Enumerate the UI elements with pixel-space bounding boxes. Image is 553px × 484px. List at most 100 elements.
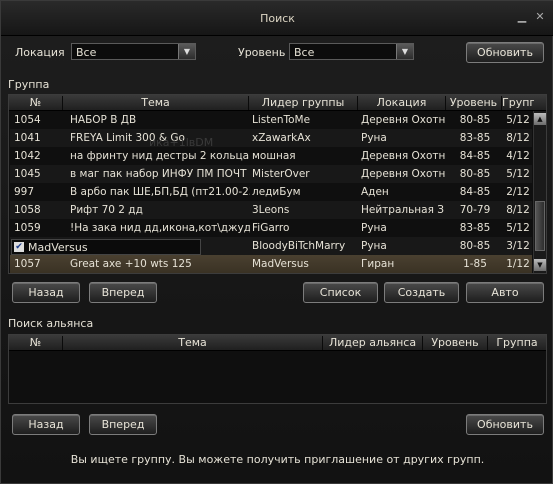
table-cell-num: 997 (14, 186, 35, 198)
create-button[interactable]: Создать (384, 282, 459, 303)
table-cell-location: Руна (361, 222, 387, 234)
group-back-button[interactable]: Назад (12, 282, 80, 303)
table-row[interactable]: 1045 в маг пак набор ИНФУ ПМ ПОЧТ MisterOv… (10, 165, 532, 183)
location-select-value: Все (76, 46, 97, 59)
level-select[interactable]: Все ▼ (289, 43, 414, 60)
table-cell-num: 1041 (14, 132, 41, 144)
table-cell-leader: xZawarkAx (252, 132, 311, 144)
member-name: MadVersus (28, 241, 88, 254)
table-cell-size: 4/12 (506, 150, 530, 162)
table-cell-size: 5/12 (506, 168, 530, 180)
member-tooltip: ✔ MadVersus (11, 239, 201, 255)
chat-ghost-text: ика+1lвDM (149, 136, 214, 149)
alliance-forward-button[interactable]: Вперед (89, 414, 157, 435)
close-icon[interactable]: ✕ (534, 11, 546, 23)
group-forward-button[interactable]: Вперед (89, 282, 157, 303)
list-button[interactable]: Список (303, 282, 378, 303)
window-title: Поиск (260, 12, 295, 25)
table-row[interactable]: 1041 FREYA Limit 300 & Go xZawarkAx Руна 83-… (10, 129, 532, 147)
column-header-alliance-leader[interactable]: Лидер альянса (323, 336, 423, 350)
table-row[interactable]: 1059 !На зака нид дд,икона,кот\джуд FiGarr… (10, 219, 532, 237)
table-cell-level: 83-85 (459, 132, 491, 144)
table-cell-location: Деревня Охотн (361, 114, 446, 126)
table-cell-num: 1045 (14, 168, 41, 180)
column-header-topic[interactable]: Тема (63, 336, 323, 350)
auto-button[interactable]: Авто (466, 282, 544, 303)
table-cell-topic: в маг пак набор ИНФУ ПМ ПОЧТ (70, 168, 247, 180)
table-cell-location: Деревня Охотн (361, 168, 446, 180)
table-cell-level: 83-85 (459, 222, 491, 234)
table-cell-size: 1/12 (506, 258, 530, 270)
table-cell-num: 1042 (14, 150, 41, 162)
table-cell-location: Гиран (361, 258, 395, 270)
party-search-window: Поиск ▁ ✕ Локация Все ▼ Уровень Все ▼ Об… (0, 0, 553, 484)
column-header-num[interactable]: № (9, 96, 63, 110)
checkbox-icon[interactable]: ✔ (14, 242, 24, 252)
table-cell-size: 3/12 (506, 240, 530, 252)
column-header-leader[interactable]: Лидер группы (249, 96, 358, 110)
alliance-table-header: № Тема Лидер альянса Уровень Группа (9, 335, 546, 351)
table-cell-leader: 3Leons (252, 204, 290, 216)
column-header-size[interactable]: Группа (502, 96, 534, 110)
level-label: Уровень (238, 46, 286, 59)
table-cell-location: Руна (361, 132, 387, 144)
table-row[interactable]: 1054 НАБОР В ДВ ListenToMe Деревня Охотн 80-… (10, 111, 532, 129)
table-cell-topic: Рифт 70 2 дд (70, 204, 143, 216)
table-cell-size: 8/12 (506, 204, 530, 216)
column-header-level[interactable]: Уровень (446, 96, 502, 110)
alliance-table: № Тема Лидер альянса Уровень Группа (8, 334, 547, 404)
minimize-icon[interactable]: ▁ (516, 11, 528, 23)
table-cell-topic: Great axe +10 wts 125 (70, 258, 192, 270)
title-bar[interactable]: Поиск ▁ ✕ (1, 1, 553, 36)
scroll-thumb[interactable] (535, 201, 545, 251)
table-cell-num: 1058 (14, 204, 41, 216)
table-cell-level: 84-85 (459, 186, 491, 198)
table-cell-level: 80-85 (459, 240, 491, 252)
column-header-level[interactable]: Уровень (423, 336, 488, 350)
group-table-header: № Тема Лидер группы Локация Уровень Груп… (9, 95, 546, 111)
table-cell-leader: FiGarro (252, 222, 290, 234)
table-cell-size: 5/12 (506, 222, 530, 234)
table-cell-leader: MisterOver (252, 168, 310, 180)
table-cell-topic: на фринту нид дестры 2 кольца (70, 150, 250, 162)
chevron-down-icon[interactable]: ▼ (178, 44, 195, 59)
scroll-up-icon[interactable]: ▲ (534, 113, 546, 125)
table-cell-level: 84-85 (459, 150, 491, 162)
group-section-title: Группа (8, 78, 50, 91)
column-header-size[interactable]: Группа (488, 336, 546, 350)
table-cell-leader: MadVersus (252, 258, 309, 270)
alliance-refresh-button[interactable]: Обновить (466, 414, 544, 435)
table-cell-location: Руна (361, 240, 387, 252)
table-cell-num: 1054 (14, 114, 41, 126)
table-cell-level: 70-79 (459, 204, 491, 216)
column-header-topic[interactable]: Тема (63, 96, 249, 110)
table-row[interactable]: 1042 на фринту нид дестры 2 кольца мошная Д… (10, 147, 532, 165)
column-header-num[interactable]: № (9, 336, 63, 350)
table-cell-level: 80-85 (459, 168, 491, 180)
scroll-down-icon[interactable]: ▼ (534, 259, 546, 271)
location-label: Локация (15, 46, 65, 59)
table-cell-size: 5/12 (506, 114, 530, 126)
chevron-down-icon[interactable]: ▼ (396, 44, 413, 59)
table-row[interactable]: 997 В арбо пак ШЕ,БП,БД (пт21.00-23 ледиБу… (10, 183, 532, 201)
refresh-button[interactable]: Обновить (466, 42, 544, 63)
status-message: Вы ищете группу. Вы можете получить приг… (70, 453, 485, 466)
table-cell-level: 80-85 (459, 114, 491, 126)
table-row[interactable]: 1058 Рифт 70 2 дд 3Leons Нейтральная З 70-79… (10, 201, 532, 219)
column-header-location[interactable]: Локация (358, 96, 446, 110)
table-cell-topic: В арбо пак ШЕ,БП,БД (пт21.00-23 (70, 186, 250, 198)
alliance-section-title: Поиск альянса (8, 317, 94, 330)
table-cell-location: Деревня Охотн (361, 150, 446, 162)
table-cell-topic: НАБОР В ДВ (70, 114, 137, 126)
group-table-scrollbar[interactable]: ▲ ▼ (533, 111, 546, 273)
location-select[interactable]: Все ▼ (71, 43, 196, 60)
table-cell-level: 1-85 (463, 258, 487, 270)
alliance-back-button[interactable]: Назад (12, 414, 80, 435)
table-cell-location: Аден (361, 186, 389, 198)
level-select-value: Все (294, 46, 315, 59)
table-cell-size: 2/12 (506, 186, 530, 198)
table-cell-leader: ListenToMe (252, 114, 311, 126)
table-cell-size: 8/12 (506, 132, 530, 144)
table-cell-location: Нейтральная З (361, 204, 444, 216)
table-row[interactable]: 1057 Great axe +10 wts 125 MadVersus Гиран 1… (10, 255, 532, 273)
